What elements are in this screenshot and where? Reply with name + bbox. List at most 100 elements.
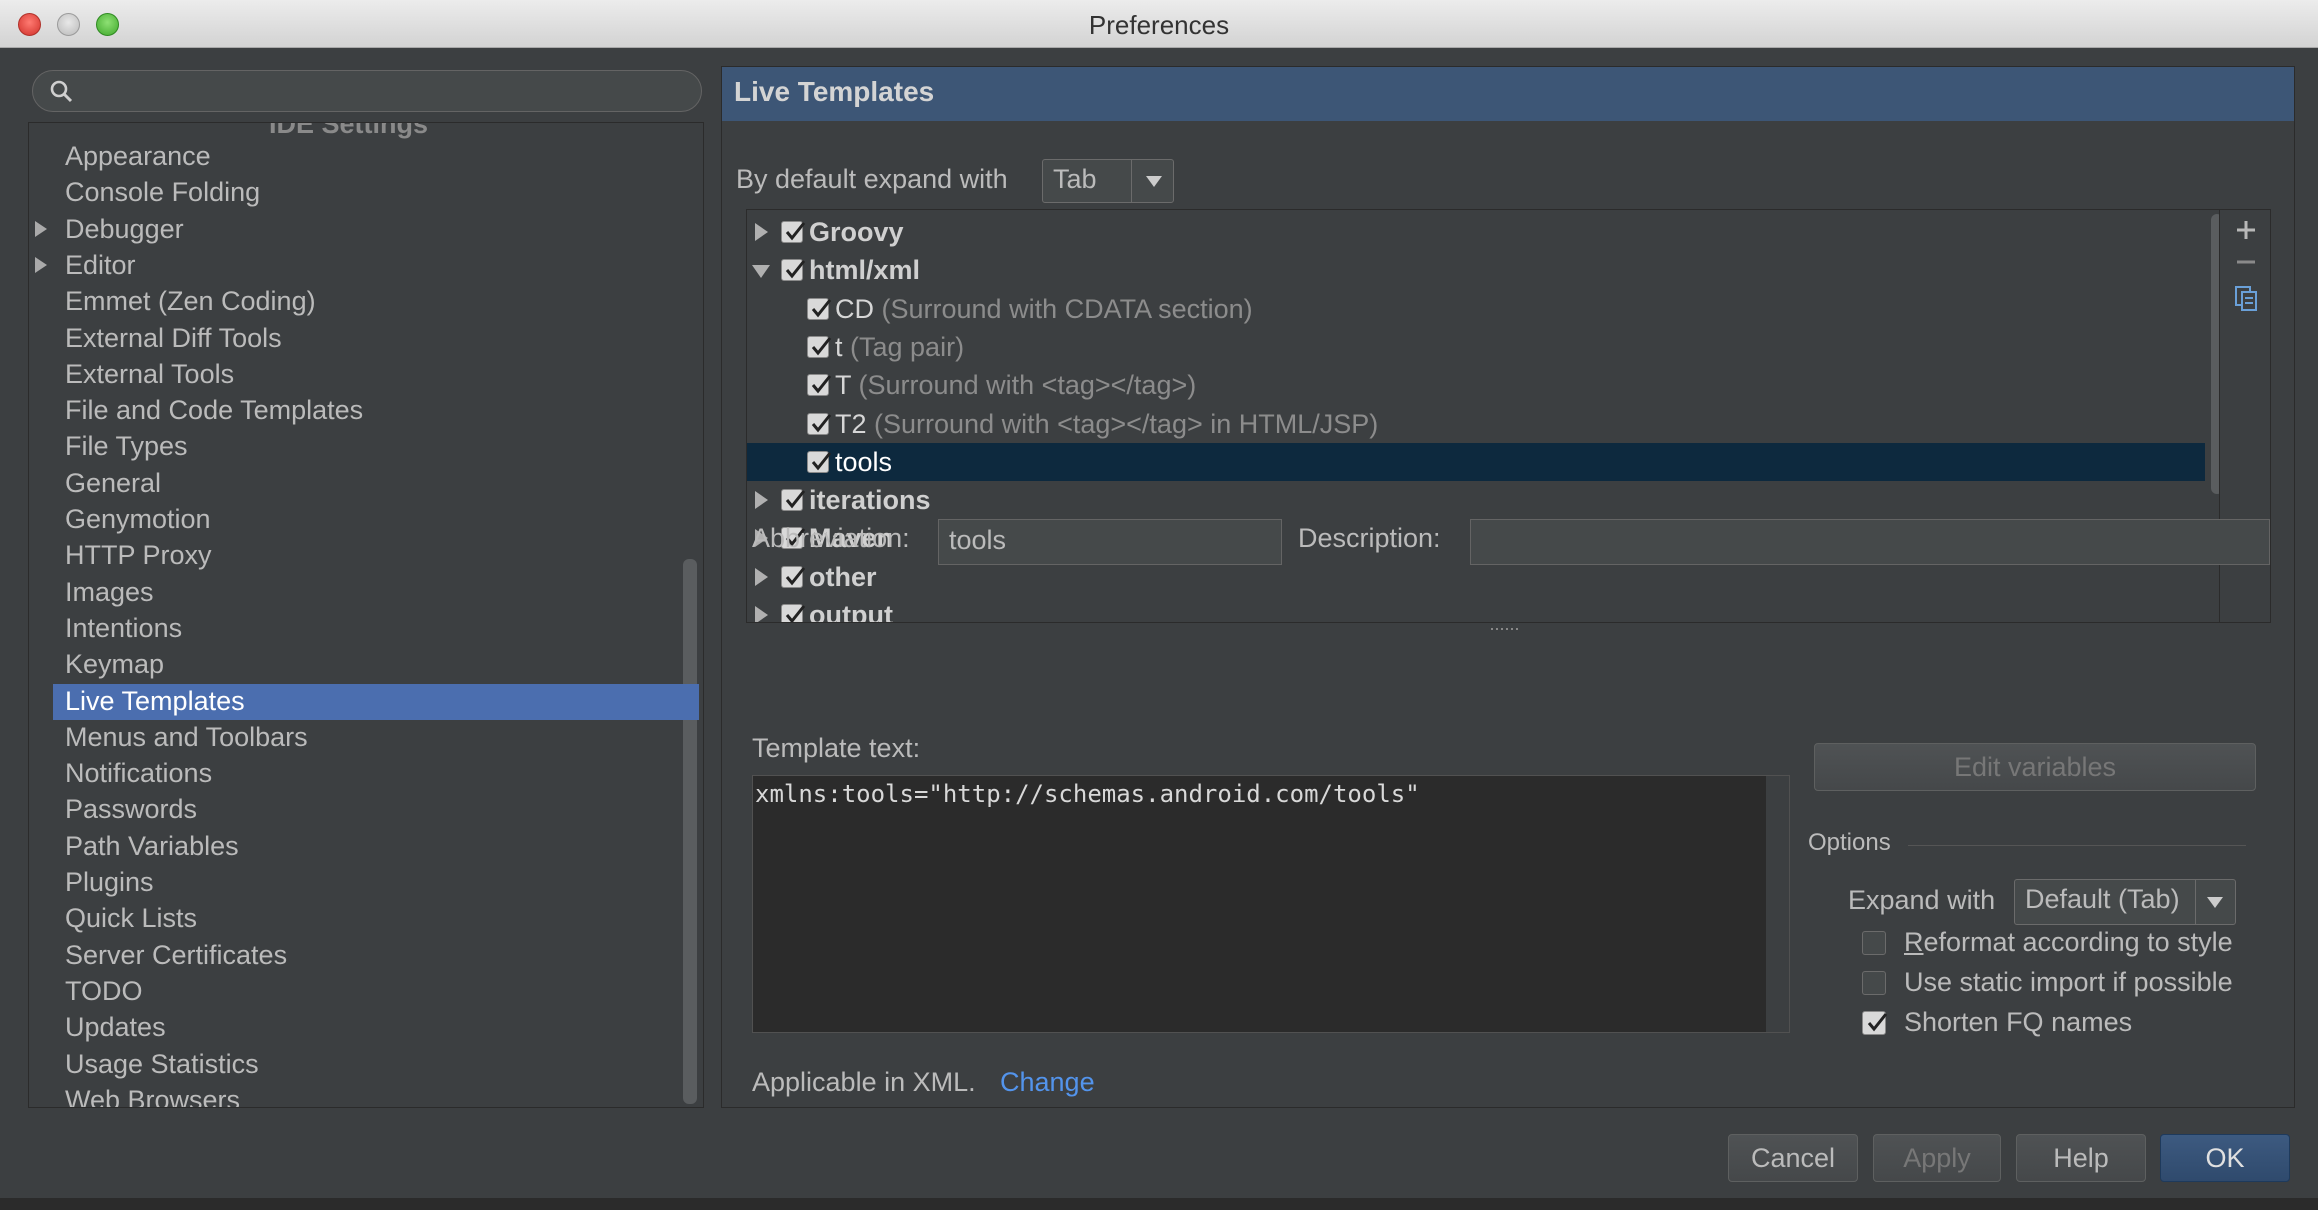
shorten-fq-label[interactable]: Shorten FQ names xyxy=(1904,1007,2132,1038)
splitter-handle[interactable] xyxy=(1490,627,1520,633)
template-checkbox[interactable] xyxy=(807,374,832,397)
expand-arrow-icon[interactable] xyxy=(755,606,768,622)
sidebar-item-debugger[interactable]: Debugger xyxy=(65,212,184,246)
sidebar-item-passwords[interactable]: Passwords xyxy=(65,792,197,826)
template-checkbox[interactable] xyxy=(807,450,832,473)
template-checkbox[interactable] xyxy=(807,412,832,435)
change-context-link[interactable]: Change xyxy=(1000,1067,1095,1098)
minus-icon[interactable] xyxy=(2232,248,2260,276)
template-name: iterations xyxy=(809,485,931,516)
apply-button[interactable]: Apply xyxy=(1873,1134,2001,1182)
live-templates-panel: Live Templates By default expand with Ta… xyxy=(721,66,2295,1108)
reformat-checkbox[interactable] xyxy=(1862,931,1886,955)
template-description: (Tag pair) xyxy=(842,331,965,362)
template-item[interactable]: CD (Surround with CDATA section) xyxy=(835,291,1253,327)
sidebar-item-todo[interactable]: TODO xyxy=(65,974,143,1008)
template-item[interactable]: T (Surround with <tag></tag>) xyxy=(835,367,1196,403)
template-name: html/xml xyxy=(809,255,921,286)
cancel-button[interactable]: Cancel xyxy=(1728,1134,1858,1182)
template-item[interactable]: t (Tag pair) xyxy=(835,329,964,365)
template-item[interactable]: tools xyxy=(835,444,892,480)
sidebar-item-keymap[interactable]: Keymap xyxy=(65,647,164,681)
template-checkbox[interactable] xyxy=(781,565,806,588)
expand-arrow-icon[interactable] xyxy=(755,223,768,241)
panel-title: Live Templates xyxy=(734,76,935,107)
template-checkbox[interactable] xyxy=(807,297,832,320)
expand-arrow-icon[interactable] xyxy=(35,220,47,237)
sidebar-item-plugins[interactable]: Plugins xyxy=(65,865,154,899)
sidebar-item-web-browsers[interactable]: Web Browsers xyxy=(65,1083,240,1107)
static-import-checkbox[interactable] xyxy=(1862,971,1886,995)
expand-arrow-icon[interactable] xyxy=(755,567,768,586)
expand-default-combo[interactable]: Tab xyxy=(1042,159,1174,203)
sidebar-item-editor[interactable]: Editor xyxy=(65,248,136,282)
template-checkbox[interactable] xyxy=(781,489,806,512)
template-name: Groovy xyxy=(809,217,904,247)
sidebar-item-http-proxy[interactable]: HTTP Proxy xyxy=(65,538,212,572)
template-group[interactable]: other xyxy=(809,559,877,595)
sidebar-item-updates[interactable]: Updates xyxy=(65,1010,166,1044)
template-description: (Surround with CDATA section) xyxy=(874,293,1253,324)
template-checkbox[interactable] xyxy=(781,259,806,282)
template-text-editor[interactable]: xmlns:tools="http://schemas.android.com/… xyxy=(752,775,1790,1033)
sidebar-item-live-templates[interactable]: Live Templates xyxy=(65,684,245,718)
help-button[interactable]: Help xyxy=(2016,1134,2146,1182)
expand-with-combo[interactable]: Default (Tab) xyxy=(2014,879,2236,925)
description-field[interactable] xyxy=(1470,519,2270,565)
abbreviation-field[interactable]: tools xyxy=(938,519,1282,565)
sidebar-item-usage-statistics[interactable]: Usage Statistics xyxy=(65,1047,259,1081)
plus-icon[interactable] xyxy=(2232,216,2260,244)
sidebar-item-general[interactable]: General xyxy=(65,466,161,500)
sidebar-item-file-and-code-templates[interactable]: File and Code Templates xyxy=(65,393,363,427)
expand-arrow-icon[interactable] xyxy=(35,256,47,273)
chevron-down-icon xyxy=(1146,176,1162,187)
template-description: (Surround with <tag></tag> in HTML/JSP) xyxy=(866,408,1379,439)
template-checkbox[interactable] xyxy=(807,335,832,358)
template-item[interactable]: T2 (Surround with <tag></tag> in HTML/JS… xyxy=(835,406,1378,442)
expand-default-value: Tab xyxy=(1053,164,1097,194)
sidebar-item-intentions[interactable]: Intentions xyxy=(65,611,182,645)
shorten-fq-checkbox[interactable] xyxy=(1862,1011,1888,1035)
collapse-arrow-icon[interactable] xyxy=(752,265,770,279)
sidebar-item-notifications[interactable]: Notifications xyxy=(65,756,212,790)
template-text-label: Template text: xyxy=(752,733,921,763)
sidebar-item-emmet-zen-coding[interactable]: Emmet (Zen Coding) xyxy=(65,284,316,318)
sidebar-item-server-certificates[interactable]: Server Certificates xyxy=(65,938,287,972)
sidebar-item-quick-lists[interactable]: Quick Lists xyxy=(65,901,197,935)
template-name: CD xyxy=(835,293,874,324)
window-title: Preferences xyxy=(1088,10,1230,40)
template-checkbox[interactable] xyxy=(781,221,806,243)
static-import-label[interactable]: Use static import if possible xyxy=(1904,967,2233,998)
search-input[interactable] xyxy=(32,70,702,112)
title-bar: Preferences xyxy=(0,0,2318,48)
search-icon xyxy=(50,80,73,103)
template-checkbox[interactable] xyxy=(781,604,806,622)
settings-tree-scrollbar[interactable] xyxy=(683,559,697,1104)
template-group[interactable]: html/xml xyxy=(809,252,920,288)
template-group[interactable]: iterations xyxy=(809,482,931,518)
sidebar-item-external-diff-tools[interactable]: External Diff Tools xyxy=(65,321,282,355)
edit-variables-button[interactable]: Edit variables xyxy=(1814,743,2256,791)
sidebar-item-genymotion[interactable]: Genymotion xyxy=(65,502,211,536)
template-editor-scrollbar[interactable] xyxy=(1765,776,1789,1032)
sidebar-item-file-types[interactable]: File Types xyxy=(65,429,188,463)
section-header: IDE Settings xyxy=(269,122,429,139)
settings-tree[interactable]: IDE Settings Appearance Console Folding De… xyxy=(28,122,704,1108)
sidebar-item-console-folding[interactable]: Console Folding xyxy=(65,175,260,209)
sidebar-item-appearance[interactable]: Appearance xyxy=(65,139,211,173)
window-bottom-edge xyxy=(0,1198,2318,1210)
template-group[interactable]: Groovy xyxy=(809,214,904,250)
applicable-label: Applicable in XML. xyxy=(752,1067,976,1097)
template-name: t xyxy=(835,331,843,362)
sidebar-item-external-tools[interactable]: External Tools xyxy=(65,357,234,391)
abbreviation-value: tools xyxy=(949,525,1007,555)
sidebar-item-images[interactable]: Images xyxy=(65,575,154,609)
expand-arrow-icon[interactable] xyxy=(755,491,768,510)
template-group[interactable]: output xyxy=(809,597,893,622)
options-label: Options xyxy=(1808,829,1891,856)
copy-icon[interactable] xyxy=(2232,284,2260,312)
ok-button[interactable]: OK xyxy=(2160,1134,2290,1182)
reformat-label[interactable]: Reformat according to style xyxy=(1904,927,2233,958)
sidebar-item-menus-and-toolbars[interactable]: Menus and Toolbars xyxy=(65,720,308,754)
sidebar-item-path-variables[interactable]: Path Variables xyxy=(65,829,239,863)
